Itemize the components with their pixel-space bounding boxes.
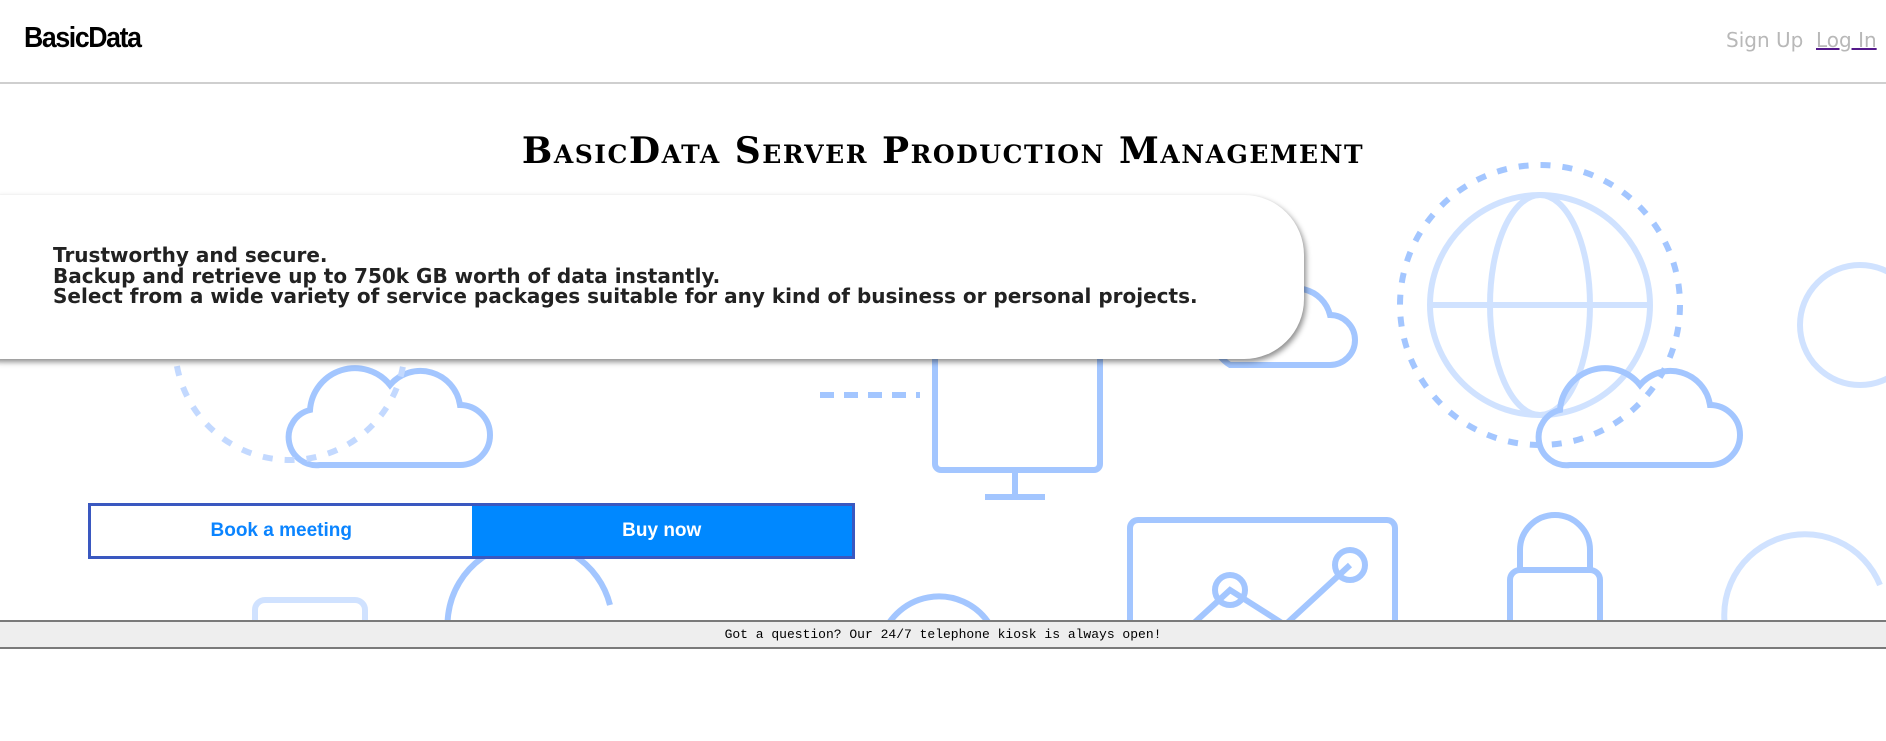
- intro-line: Backup and retrieve up to 750k GB worth …: [53, 263, 721, 288]
- support-banner: Got a question? Our 24/7 telephone kiosk…: [0, 620, 1886, 649]
- book-meeting-button[interactable]: Book a meeting: [91, 506, 472, 556]
- signup-link[interactable]: Sign Up: [1726, 28, 1803, 52]
- site-header: BasicData Sign Up Log In: [0, 0, 1886, 84]
- buy-now-button[interactable]: Buy now: [471, 506, 852, 556]
- cta-group: Book a meeting Buy now: [88, 503, 855, 559]
- login-link[interactable]: Log In: [1816, 28, 1877, 52]
- intro-line: Trustworthy and secure.: [53, 243, 328, 267]
- page-title: BasicData Server Production Management: [521, 130, 1365, 172]
- intro-line: Select from a wide variety of service pa…: [53, 284, 1198, 308]
- intro-text: Trustworthy and secure. Backup and retri…: [53, 245, 1198, 307]
- logo[interactable]: BasicData: [24, 22, 142, 55]
